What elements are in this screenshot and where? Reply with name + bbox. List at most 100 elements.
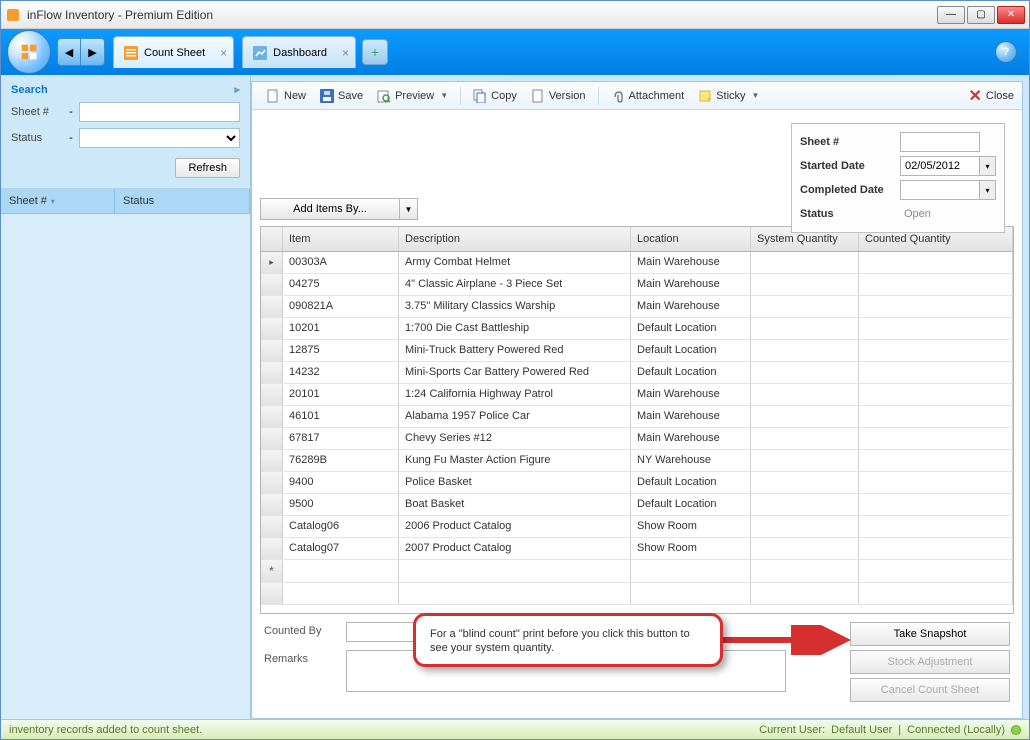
col-item[interactable]: Item — [283, 227, 399, 251]
table-row[interactable]: 12875Mini-Truck Battery Powered RedDefau… — [261, 340, 1013, 362]
cell-location[interactable]: Main Warehouse — [631, 252, 751, 273]
started-date-dropdown[interactable]: ▾ — [980, 156, 996, 176]
cell-counted-quantity[interactable] — [859, 384, 1013, 405]
cell-counted-quantity[interactable] — [859, 296, 1013, 317]
table-row[interactable]: 00303AArmy Combat HelmetMain Warehouse — [261, 252, 1013, 274]
attachment-button[interactable]: Attachment — [605, 86, 691, 106]
nav-forward-button[interactable]: ▶ — [81, 38, 105, 66]
cell-item[interactable]: 76289B — [283, 450, 399, 471]
table-row[interactable]: Catalog072007 Product CatalogShow Room — [261, 538, 1013, 560]
cell-system-quantity[interactable] — [751, 472, 859, 493]
cell-system-quantity[interactable] — [751, 494, 859, 515]
cell-system-quantity[interactable] — [751, 450, 859, 471]
new-button[interactable]: New — [260, 86, 312, 106]
row-selector[interactable] — [261, 340, 283, 361]
cell-system-quantity[interactable] — [751, 340, 859, 361]
row-selector[interactable] — [261, 406, 283, 427]
cell-description[interactable]: 2006 Product Catalog — [399, 516, 631, 537]
row-selector[interactable] — [261, 362, 283, 383]
row-selector[interactable] — [261, 252, 283, 273]
help-button[interactable]: ? — [995, 41, 1017, 63]
cell-location[interactable]: Main Warehouse — [631, 406, 751, 427]
cell-location[interactable]: NY Warehouse — [631, 450, 751, 471]
add-items-by-button[interactable]: Add Items By... — [260, 198, 400, 220]
copy-button[interactable]: Copy — [467, 86, 523, 106]
tab-count-sheet[interactable]: Count Sheet × — [113, 36, 234, 68]
table-row[interactable]: 14232Mini-Sports Car Battery Powered Red… — [261, 362, 1013, 384]
cell-location[interactable]: Default Location — [631, 340, 751, 361]
cell-item[interactable]: 9500 — [283, 494, 399, 515]
cell-item[interactable]: 00303A — [283, 252, 399, 273]
take-snapshot-button[interactable]: Take Snapshot — [850, 622, 1010, 646]
cell-description[interactable]: 4" Classic Airplane - 3 Piece Set — [399, 274, 631, 295]
refresh-button[interactable]: Refresh — [175, 158, 240, 178]
cell-item[interactable]: 10201 — [283, 318, 399, 339]
cell-counted-quantity[interactable] — [859, 252, 1013, 273]
cell-description[interactable]: Army Combat Helmet — [399, 252, 631, 273]
cell-location[interactable]: Show Room — [631, 538, 751, 559]
cell-counted-quantity[interactable] — [859, 450, 1013, 471]
add-items-by-dropdown[interactable]: ▼ — [400, 198, 418, 220]
cell-system-quantity[interactable] — [751, 362, 859, 383]
nav-back-button[interactable]: ◀ — [57, 38, 81, 66]
close-button[interactable]: ✕Close — [968, 86, 1014, 106]
cell-counted-quantity[interactable] — [859, 472, 1013, 493]
col-location[interactable]: Location — [631, 227, 751, 251]
save-button[interactable]: Save — [314, 86, 369, 106]
cell-system-quantity[interactable] — [751, 274, 859, 295]
cell-description[interactable]: Mini-Sports Car Battery Powered Red — [399, 362, 631, 383]
cell-counted-quantity[interactable] — [859, 428, 1013, 449]
cell-description[interactable]: 1:24 California Highway Patrol — [399, 384, 631, 405]
cell-item[interactable]: 46101 — [283, 406, 399, 427]
cell-item[interactable]: 090821A — [283, 296, 399, 317]
cell-counted-quantity[interactable] — [859, 406, 1013, 427]
cell-counted-quantity[interactable] — [859, 538, 1013, 559]
row-selector[interactable] — [261, 450, 283, 471]
cell-description[interactable]: 3.75" Military Classics Warship — [399, 296, 631, 317]
cell-location[interactable]: Main Warehouse — [631, 384, 751, 405]
completed-date-dropdown[interactable]: ▾ — [980, 180, 996, 200]
tab-close-icon[interactable]: × — [220, 46, 227, 60]
cell-system-quantity[interactable] — [751, 428, 859, 449]
cell-item[interactable]: 20101 — [283, 384, 399, 405]
cell-counted-quantity[interactable] — [859, 494, 1013, 515]
cell-item[interactable]: 04275 — [283, 274, 399, 295]
row-selector[interactable] — [261, 538, 283, 559]
table-row[interactable]: 090821A3.75" Military Classics WarshipMa… — [261, 296, 1013, 318]
cell-system-quantity[interactable] — [751, 406, 859, 427]
col-description[interactable]: Description — [399, 227, 631, 251]
row-selector[interactable] — [261, 472, 283, 493]
maximize-button[interactable]: ▢ — [967, 6, 995, 24]
table-row[interactable]: Catalog062006 Product CatalogShow Room — [261, 516, 1013, 538]
row-selector[interactable] — [261, 560, 283, 582]
cell-location[interactable]: Default Location — [631, 318, 751, 339]
tab-close-icon[interactable]: × — [342, 46, 349, 60]
sidebar-col-status[interactable]: Status — [115, 189, 250, 213]
cell-description[interactable]: Police Basket — [399, 472, 631, 493]
cell-location[interactable]: Default Location — [631, 362, 751, 383]
row-selector[interactable] — [261, 318, 283, 339]
cell-system-quantity[interactable] — [751, 384, 859, 405]
row-selector[interactable] — [261, 494, 283, 515]
cell-description[interactable]: Kung Fu Master Action Figure — [399, 450, 631, 471]
sticky-button[interactable]: Sticky▼ — [692, 86, 765, 106]
cell-location[interactable]: Show Room — [631, 516, 751, 537]
table-row[interactable]: 9500Boat BasketDefault Location — [261, 494, 1013, 516]
collapse-icon[interactable]: ▸ — [234, 83, 240, 96]
cell-description[interactable]: Alabama 1957 Police Car — [399, 406, 631, 427]
cell-item[interactable]: Catalog07 — [283, 538, 399, 559]
row-selector[interactable] — [261, 296, 283, 317]
info-sheet-input[interactable] — [900, 132, 980, 152]
table-row[interactable]: 67817Chevy Series #12Main Warehouse — [261, 428, 1013, 450]
row-selector[interactable] — [261, 384, 283, 405]
row-selector[interactable] — [261, 516, 283, 537]
info-started-input[interactable] — [900, 156, 980, 176]
cell-item[interactable]: 67817 — [283, 428, 399, 449]
cell-location[interactable]: Main Warehouse — [631, 296, 751, 317]
cell-location[interactable]: Main Warehouse — [631, 428, 751, 449]
cell-description[interactable]: Mini-Truck Battery Powered Red — [399, 340, 631, 361]
cell-description[interactable]: 2007 Product Catalog — [399, 538, 631, 559]
tab-add-button[interactable]: + — [362, 39, 388, 65]
row-selector[interactable] — [261, 428, 283, 449]
cell-location[interactable]: Main Warehouse — [631, 274, 751, 295]
